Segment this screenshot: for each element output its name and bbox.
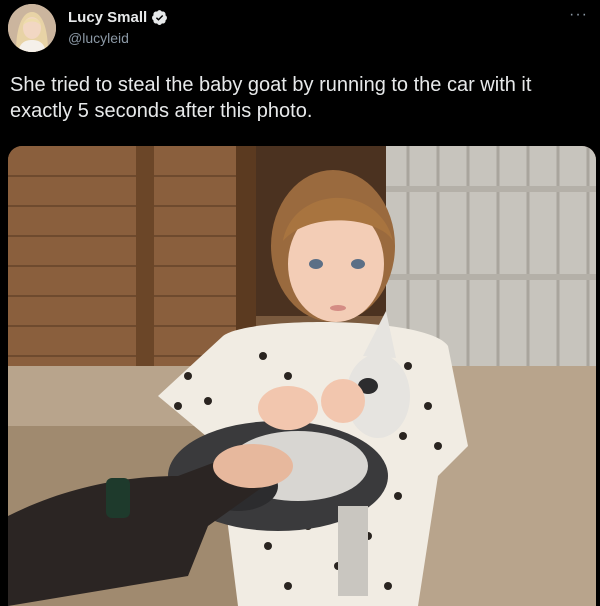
- tweet-header: Lucy Small @lucyleid ···: [0, 0, 600, 58]
- author-display-name[interactable]: Lucy Small: [68, 9, 147, 26]
- author-handle[interactable]: @lucyleid: [68, 30, 129, 46]
- avatar-photo-icon: [8, 4, 56, 52]
- author-avatar[interactable]: [8, 4, 56, 52]
- more-options-icon[interactable]: ···: [569, 6, 588, 24]
- author-name-row[interactable]: Lucy Small: [68, 9, 168, 26]
- tweet-media-photo[interactable]: [8, 146, 596, 606]
- verified-badge-icon: [152, 10, 168, 25]
- photo-toddler-goat-icon: [8, 146, 596, 606]
- tweet-text: She tried to steal the baby goat by runn…: [10, 74, 532, 122]
